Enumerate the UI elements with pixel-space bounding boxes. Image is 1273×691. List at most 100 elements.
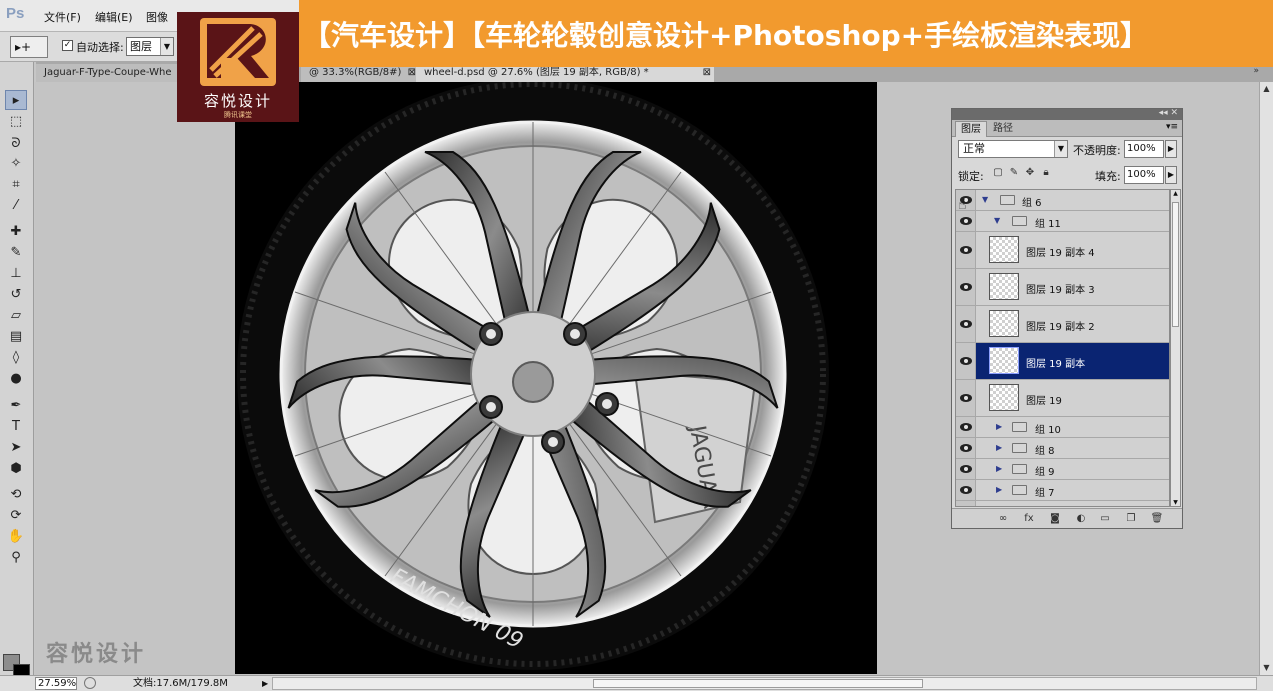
layer-row-group-11[interactable]: ▼ 组 11 [956,211,1169,232]
folder-icon [1000,195,1015,205]
pen-tool-icon[interactable]: ✒ [5,396,27,416]
tab-jaguar-document[interactable]: Jaguar-F-Type-Coupe-Whe [36,64,196,82]
visibility-toggle[interactable] [956,211,976,231]
fill-input[interactable]: 100% [1124,166,1164,184]
visibility-toggle[interactable] [956,438,976,458]
quick-select-tool-icon[interactable]: ✧ [5,154,27,174]
scrollbar-thumb[interactable] [593,679,923,688]
marquee-tool-icon[interactable]: ⬚ [5,112,27,132]
menu-image[interactable]: 图像 [146,9,168,25]
add-mask-icon[interactable]: ◙ [1048,512,1062,525]
auto-select-target-dropdown[interactable]: 图层 ▼ [126,37,174,56]
lock-pixels-icon[interactable]: ✎ [1008,166,1020,180]
layer-row-19-copy[interactable]: 图层 19 副本 [956,343,1169,380]
expand-arrow-icon[interactable]: ▶ [996,506,1002,507]
visibility-toggle[interactable] [956,459,976,479]
layer-row-group-7[interactable]: ▶ 组 7 [956,480,1169,501]
eraser-tool-icon[interactable]: ▱ [5,306,27,326]
mouse-pointer-icon: ☝ [958,197,967,213]
link-layers-icon[interactable]: ∞ [996,512,1010,525]
layer-thumbnail [989,236,1019,263]
lock-transparency-icon[interactable]: ▢ [992,166,1004,180]
layer-list-scrollbar[interactable]: ▲ ▼ [1170,189,1181,507]
zoom-tool-icon[interactable]: ⚲ [5,548,27,568]
layer-row-group-8[interactable]: ▶ 组 8 [956,438,1169,459]
visibility-toggle[interactable] [956,232,976,268]
layers-panel: ◂◂ ✕ 图层 路径 ▾≡ 正常 ▼ 不透明度: 100% ▶ 锁定: ▢ ✎ … [951,108,1183,529]
scrollbar-thumb[interactable] [1172,202,1179,327]
clone-stamp-tool-icon[interactable]: ⊥ [5,264,27,284]
new-group-icon[interactable]: ▭ [1098,512,1112,525]
blur-tool-icon[interactable]: ◊ [5,348,27,368]
history-brush-tool-icon[interactable]: ↺ [5,285,27,305]
visibility-toggle[interactable] [956,269,976,305]
visibility-toggle[interactable] [956,380,976,416]
3d-orbit-tool-icon[interactable]: ⟳ [5,506,27,526]
status-menu-arrow-icon[interactable]: ▶ [262,677,268,690]
layer-row-group-5[interactable]: ▶ 组 5 [956,501,1169,507]
move-tool-icon[interactable]: ▸ [5,90,27,110]
auto-select-checkbox[interactable]: ✓ [62,40,73,51]
expand-arrow-icon[interactable]: ▼ [982,195,988,204]
visibility-toggle[interactable] [956,343,976,379]
document-canvas[interactable]: JAGUAR FAMCHON 09 [235,82,877,674]
layer-row-group-10[interactable]: ▶ 组 10 [956,417,1169,438]
scroll-up-icon[interactable]: ▲ [1171,190,1180,197]
scroll-down-icon[interactable]: ▼ [1171,499,1180,506]
expand-arrow-icon[interactable]: ▶ [996,464,1002,473]
expand-arrow-icon[interactable]: ▶ [996,422,1002,431]
lock-position-icon[interactable]: ✥ [1024,166,1036,180]
visibility-toggle[interactable] [956,480,976,500]
gradient-tool-icon[interactable]: ▤ [5,327,27,347]
visibility-toggle[interactable] [956,501,976,506]
expand-arrow-icon[interactable]: ▶ [996,485,1002,494]
shape-tool-icon[interactable]: ⬢ [5,459,27,479]
type-tool-icon[interactable]: T [5,417,27,437]
tab-overflow-icon[interactable]: » [1253,66,1259,76]
eye-icon [960,357,972,365]
eyedropper-tool-icon[interactable]: ⁄ [5,196,27,216]
path-select-tool-icon[interactable]: ➤ [5,438,27,458]
zoom-preview-icon[interactable] [84,677,96,689]
expand-arrow-icon[interactable]: ▶ [996,443,1002,452]
expand-arrow-icon[interactable]: ▼ [994,216,1000,225]
brush-tool-icon[interactable]: ✎ [5,243,27,263]
collapse-close-icon[interactable]: ◂◂ ✕ [1159,108,1178,118]
layer-row-19[interactable]: 图层 19 [956,380,1169,417]
blend-mode-dropdown[interactable]: 正常 ▼ [958,140,1068,158]
layer-style-icon[interactable]: fx [1022,512,1036,525]
layer-name: 图层 19 副本 [1026,359,1086,370]
layer-row-group-6[interactable]: ▼ 组 6 [956,190,1169,211]
opacity-input[interactable]: 100% [1124,140,1164,158]
opacity-slider-icon[interactable]: ▶ [1165,140,1177,158]
layer-row-group-9[interactable]: ▶ 组 9 [956,459,1169,480]
delete-layer-icon[interactable]: 🗑︎ [1150,512,1164,525]
vertical-scrollbar[interactable]: ▲ ▼ [1259,82,1273,675]
lock-all-icon[interactable]: 🔒︎ [1040,166,1052,180]
horizontal-scrollbar[interactable] [272,677,1257,690]
3d-rotate-tool-icon[interactable]: ⟲ [5,485,27,505]
visibility-toggle[interactable] [956,306,976,342]
menu-edit[interactable]: 编辑(E) [95,9,133,25]
fill-slider-icon[interactable]: ▶ [1165,166,1177,184]
tab-layers[interactable]: 图层 [955,121,987,137]
visibility-toggle[interactable] [956,417,976,437]
crop-tool-icon[interactable]: ⌗ [5,175,27,195]
zoom-level-input[interactable]: 27.59% [35,677,77,690]
layer-row-19-copy-2[interactable]: 图层 19 副本 2 [956,306,1169,343]
layer-row-19-copy-3[interactable]: 图层 19 副本 3 [956,269,1169,306]
adjustment-layer-icon[interactable]: ◐ [1074,512,1088,525]
tool-preset-picker[interactable]: ▸+ [10,36,48,58]
tab-paths[interactable]: 路径 [988,121,1018,137]
menu-file[interactable]: 文件(F) [44,9,81,25]
lasso-tool-icon[interactable]: ᘐ [5,134,27,154]
new-layer-icon[interactable]: ❐ [1124,512,1138,525]
scroll-down-icon[interactable]: ▼ [1260,661,1273,675]
healing-brush-tool-icon[interactable]: ✚ [5,222,27,242]
scroll-up-icon[interactable]: ▲ [1260,82,1273,96]
dodge-tool-icon[interactable]: ● [5,369,27,389]
layer-row-19-copy-4[interactable]: 图层 19 副本 4 [956,232,1169,269]
panel-menu-icon[interactable]: ▾≡ [1166,122,1178,132]
panel-header[interactable]: ◂◂ ✕ [952,108,1182,120]
hand-tool-icon[interactable]: ✋ [5,527,27,547]
